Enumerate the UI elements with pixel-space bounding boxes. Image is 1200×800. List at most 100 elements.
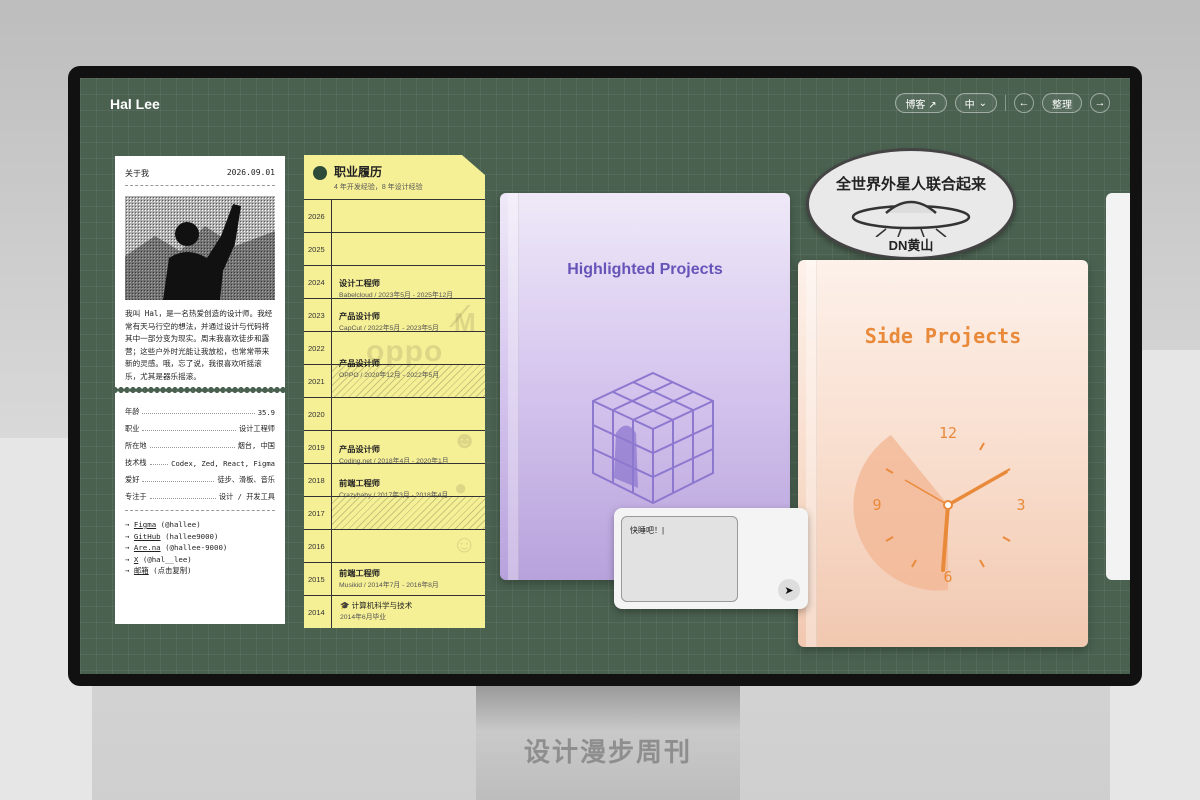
message-widget: 快睡吧！| ➤	[614, 508, 808, 609]
fact-value: 设计 / 开发工具	[218, 492, 275, 501]
axis-line	[331, 233, 332, 265]
fact-key: 所在地	[125, 441, 147, 450]
axis-line	[331, 398, 332, 430]
fact-row: 爱好 徒步、滑板、音乐	[125, 468, 275, 485]
about-title: 关于我	[125, 169, 149, 178]
job-entry[interactable]: 前端工程师 Musikid / 2014年7月 - 2016年8月	[339, 568, 439, 591]
axis-line	[331, 431, 332, 463]
message-input[interactable]: 快睡吧！|	[621, 516, 738, 602]
fact-value: 徒步、滑板、音乐	[217, 475, 275, 484]
year-row: 2026	[304, 200, 485, 233]
axis-line	[331, 497, 332, 529]
job-entry[interactable]: 产品设计师 Coding.net / 2018年4月 - 2020年1月	[339, 444, 449, 467]
career-header: 职业履历 4 年开发经验，8 年设计经验	[304, 155, 485, 195]
graduation-cap-icon: 🎓	[340, 601, 350, 610]
year-label: 2025	[308, 245, 325, 254]
year-row: 2025	[304, 233, 485, 266]
language-select[interactable]: 中 ⌄	[954, 93, 997, 113]
fact-key: 年龄	[125, 407, 140, 416]
send-arrow-icon: ➤	[784, 584, 794, 597]
arrange-button[interactable]: 整理	[1042, 93, 1082, 113]
education-date: 2014年6月毕业	[340, 614, 387, 621]
receipt-date: 2026.09.01	[226, 168, 275, 177]
axis-line	[331, 464, 332, 496]
axis-line	[331, 530, 332, 562]
send-button[interactable]: ➤	[778, 579, 800, 601]
chevron-down-icon: ⌄	[978, 97, 987, 109]
text-cursor: |	[662, 526, 665, 535]
job-role: 产品设计师	[339, 445, 380, 454]
link-github[interactable]: → GitHub (hallee9000)	[125, 531, 275, 543]
year-row: 2020	[304, 398, 485, 431]
leader-dots	[149, 464, 169, 465]
year-row: 2016	[304, 530, 485, 563]
education-major: 计算机科学与技术	[351, 601, 413, 610]
desktop-screen: Hal Lee 博客 ↗ 中 ⌄ ← 整理 → 关于我 2026.09.01 我叫…	[80, 78, 1130, 674]
clock-number-9: 9	[872, 496, 881, 514]
education-entry[interactable]: 🎓 计算机科学与技术 2014年6月毕业	[340, 600, 412, 623]
year-label: 2018	[308, 476, 325, 485]
site-brand[interactable]: Hal Lee	[110, 96, 160, 112]
job-role: 设计工程师	[339, 279, 380, 288]
prev-arrow-button[interactable]: ←	[1014, 93, 1034, 113]
year-label: 2024	[308, 278, 325, 287]
offscreen-card-edge[interactable]	[1106, 193, 1130, 580]
year-label: 2021	[308, 377, 325, 386]
social-links: → Figma (@hallee) → GitHub (hallee9000) …	[125, 511, 275, 577]
clock-icon: 12 3 6 9	[853, 424, 1026, 591]
job-role: 前端工程师	[339, 569, 380, 578]
photo-silhouette	[125, 196, 275, 300]
career-subtitle: 4 年开发经验，8 年设计经验	[334, 184, 423, 191]
year-row: 2017	[304, 497, 485, 530]
fact-value: Codex, Zed, React, Figma	[171, 459, 275, 468]
link-figma[interactable]: → Figma (@hallee)	[125, 519, 275, 531]
ufo-sticker-badge[interactable]: 全世界外星人联合起来 DN黄山	[806, 148, 1016, 260]
side-projects-book[interactable]: Side Projects 12 3 6 9	[798, 260, 1088, 647]
axis-line	[331, 332, 332, 364]
career-dot-icon	[313, 166, 327, 180]
axis-line	[331, 266, 332, 298]
year-label: 2022	[308, 344, 325, 353]
axis-line	[331, 299, 332, 331]
fact-row: 所在地 烟台, 中国	[125, 434, 275, 451]
next-arrow-button[interactable]: →	[1090, 93, 1110, 113]
job-entry[interactable]: 产品设计师 CapCut / 2022年5月 - 2023年5月	[339, 311, 439, 334]
axis-line	[331, 200, 332, 232]
blog-link-button[interactable]: 博客 ↗	[895, 93, 947, 113]
year-label: 2020	[308, 410, 325, 419]
fact-key: 职业	[125, 424, 140, 433]
fact-row: 专注于 设计 / 开发工具	[125, 485, 275, 502]
gap-hatch	[332, 497, 485, 529]
job-detail: Babelcloud / 2023年5月 - 2025年12月	[339, 292, 454, 299]
fact-key: 爱好	[125, 475, 140, 484]
highlighted-projects-title: Highlighted Projects	[567, 261, 723, 278]
job-entry[interactable]: 前端工程师 Crazybaby / 2017年3月 - 2018年4月	[339, 478, 448, 501]
link-email[interactable]: → 邮箱 (点击复制)	[125, 565, 275, 577]
fact-value: 35.9	[257, 408, 275, 417]
link-arena[interactable]: → Are.na (@hallee-9000)	[125, 542, 275, 554]
ufo-icon	[851, 200, 971, 237]
badge-caption: DN黄山	[888, 238, 934, 253]
job-entry[interactable]: 设计工程师 Babelcloud / 2023年5月 - 2025年12月	[339, 278, 453, 301]
stand-logo-text: 设计漫步周刊	[523, 738, 692, 768]
profile-photo-dithered	[125, 196, 275, 300]
axis-line	[331, 596, 332, 628]
career-timeline-card[interactable]: 职业履历 4 年开发经验，8 年设计经验 ⟋ M oppo ☻ ● ☺ 2026…	[304, 155, 485, 628]
badge-slogan: 全世界外星人联合起来	[835, 176, 986, 193]
fact-value: 烟台, 中国	[237, 441, 275, 450]
fact-row: 技术栈 Codex, Zed, React, Figma	[125, 451, 275, 468]
job-role: 前端工程师	[339, 479, 380, 488]
link-x[interactable]: → X (@hal__lee)	[125, 554, 275, 566]
year-label: 2017	[308, 509, 325, 518]
axis-line	[331, 365, 332, 397]
job-entry[interactable]: 产品设计师 OPPO / 2020年12月 - 2022年5月	[339, 358, 439, 381]
about-receipt-card[interactable]: 关于我 2026.09.01 我叫 Hal，是一名热爱创造的设计师。我经常有天马…	[115, 156, 285, 624]
facts-list: 年龄 35.9 职业 设计工程师 所在地 烟台, 中国 技术栈 Codex, Zed, …	[125, 392, 275, 511]
year-label: 2019	[308, 443, 325, 452]
year-label: 2016	[308, 542, 325, 551]
axis-line	[331, 563, 332, 595]
leader-dots	[142, 481, 215, 482]
clock-number-12: 12	[939, 424, 957, 442]
career-title: 职业履历	[334, 165, 383, 179]
leader-dots	[142, 430, 237, 431]
